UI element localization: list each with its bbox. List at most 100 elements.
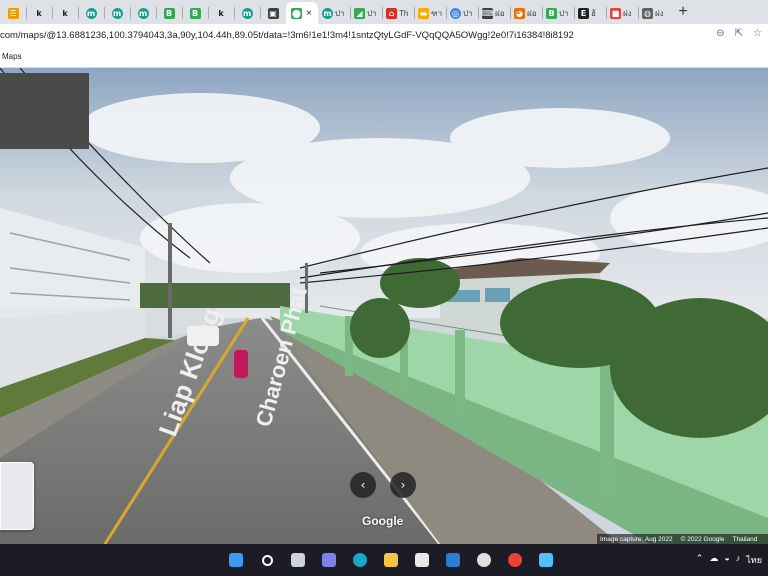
close-tab-icon[interactable]: × [306, 8, 312, 19]
m-circle-icon: m [322, 7, 333, 19]
k-icon: k [62, 8, 68, 18]
distant-trees [140, 283, 290, 308]
browser-tab[interactable]: B ปา [542, 2, 574, 24]
store-icon[interactable] [412, 550, 432, 570]
bookmark-maps[interactable]: Maps [2, 52, 22, 61]
url-text[interactable]: com/maps/@13.6881236,100.3794043,3a,90y,… [0, 30, 574, 41]
attribution-bar: Image capture: Aug 2022 © 2022 Google Th… [597, 534, 768, 544]
browser-tab[interactable]: m [130, 2, 156, 24]
tab-title: ปา [335, 8, 345, 18]
install-icon[interactable]: ⊖ [716, 28, 724, 39]
windows-start-icon-glyph [229, 553, 243, 567]
browser-tab[interactable]: k [52, 2, 78, 24]
browser-tab[interactable]: B [156, 2, 182, 24]
tab-title: ฝง [655, 8, 664, 18]
chat-icon-glyph [322, 553, 336, 567]
red-house-icon: ⌂ [386, 7, 397, 19]
task-view-icon-glyph [291, 553, 305, 567]
address-bar[interactable]: com/maps/@13.6881236,100.3794043,3a,90y,… [0, 24, 768, 46]
search-icon-glyph [261, 554, 273, 566]
browser-tab[interactable]: m ปา [318, 2, 350, 24]
edge-icon-glyph [353, 553, 367, 567]
mail-icon[interactable] [443, 550, 463, 570]
image-capture-date: Image capture: Aug 2022 [600, 535, 673, 543]
task-view-icon[interactable] [288, 550, 308, 570]
taskbar-apps [226, 550, 556, 570]
tab-title: ฝง [623, 8, 632, 18]
image-icon: ▣ [267, 7, 279, 19]
k-icon: k [36, 8, 42, 18]
colorful-app-icon: ■ [610, 7, 621, 19]
browser-tab[interactable]: m [78, 2, 104, 24]
volume-icon[interactable]: ♪ [736, 553, 741, 567]
photos-icon-glyph [539, 553, 553, 567]
tab-title: ฑา [431, 8, 443, 18]
browser-tab[interactable]: ⬤ × [286, 2, 318, 24]
tab-title: Th [399, 8, 409, 18]
b-icon: B [546, 7, 557, 19]
browser-tab[interactable]: ▣ [260, 2, 286, 24]
m-circle-icon: m [241, 7, 253, 19]
share-icon[interactable]: ⇱ [735, 28, 743, 39]
search-icon[interactable] [257, 550, 277, 570]
yellow-app-icon: ▬ [418, 7, 429, 19]
chat-icon[interactable] [319, 550, 339, 570]
nav-left-button[interactable]: ‹ [350, 472, 376, 498]
country-label[interactable]: Thailand [732, 536, 757, 543]
browser-tab[interactable]: m [104, 2, 130, 24]
edge-icon[interactable] [350, 550, 370, 570]
orange-app-icon: ◕ [514, 7, 525, 19]
street-view[interactable]: Liap Klong Charoen Phat ‹ › Google Image… [0, 68, 768, 544]
tab-title: ฝอ [527, 8, 537, 18]
tab-title: ปา [463, 8, 473, 18]
chrome-icon[interactable] [505, 550, 525, 570]
photos-icon[interactable] [536, 550, 556, 570]
street-view-scene[interactable]: Liap Klong Charoen Phat [0, 68, 768, 544]
browser-tab[interactable]: B [182, 2, 208, 24]
browser-tab[interactable]: ▬ ฑา [414, 2, 446, 24]
chrome-icon-glyph [508, 553, 522, 567]
browser-tab[interactable]: ◎ ปา [446, 2, 478, 24]
copyright: © 2022 Google [680, 535, 725, 543]
tab-title: ฮ้ [591, 8, 596, 18]
store-icon-glyph [415, 553, 429, 567]
language-indicator[interactable]: ไทย [746, 553, 762, 567]
address-bar-actions: ⊖ ⇱ ☆ [716, 28, 762, 39]
nav-right-button[interactable]: › [390, 472, 416, 498]
chevron-up-icon[interactable]: ⌃ [696, 553, 704, 567]
previous-view-thumbnail[interactable] [0, 73, 89, 149]
tab-title: ปา [367, 8, 377, 18]
cloud-icon[interactable]: ☁ [709, 553, 718, 567]
browser-tab[interactable]: ◍ ฝง [638, 2, 670, 24]
mini-map[interactable] [0, 462, 34, 530]
tab-title: ฝอ [495, 8, 505, 18]
browser-tab[interactable]: ■ ฝง [606, 2, 638, 24]
network-icon[interactable]: ◒ [724, 553, 729, 567]
browser-tab[interactable]: ⌂ Th [382, 2, 414, 24]
file-explorer-icon-glyph [384, 553, 398, 567]
media-icon[interactable] [474, 550, 494, 570]
file-explorer-icon[interactable] [381, 550, 401, 570]
b-icon: B [189, 7, 201, 19]
browser-tab[interactable]: k [26, 2, 52, 24]
new-tab-button[interactable]: + [670, 1, 696, 23]
browser-tab[interactable]: E ฮ้ [574, 2, 606, 24]
m-circle-icon: m [111, 7, 123, 19]
m-circle-icon: m [137, 7, 149, 19]
k-icon: k [218, 8, 224, 18]
bookmarks-bar: Maps [0, 46, 768, 68]
browser-tab[interactable]: k [208, 2, 234, 24]
media-icon-glyph [477, 553, 491, 567]
browser-tab[interactable]: m [234, 2, 260, 24]
bookmark-star-icon[interactable]: ☆ [753, 28, 762, 39]
e-icon: E [578, 7, 589, 19]
browser-tab[interactable]: ☰ [0, 2, 26, 24]
maps-pin-icon: ⬤ [291, 7, 302, 19]
browser-tab[interactable]: ⌨ ฝอ [478, 2, 510, 24]
windows-start-icon[interactable] [226, 550, 246, 570]
house-window [485, 288, 510, 302]
taskbar: ⌃ ☁ ◒ ♪ ไทย [0, 544, 768, 576]
browser-tab[interactable]: ◢ ปา [350, 2, 382, 24]
google-logo: Google [362, 514, 404, 528]
browser-tab[interactable]: ◕ ฝอ [510, 2, 542, 24]
